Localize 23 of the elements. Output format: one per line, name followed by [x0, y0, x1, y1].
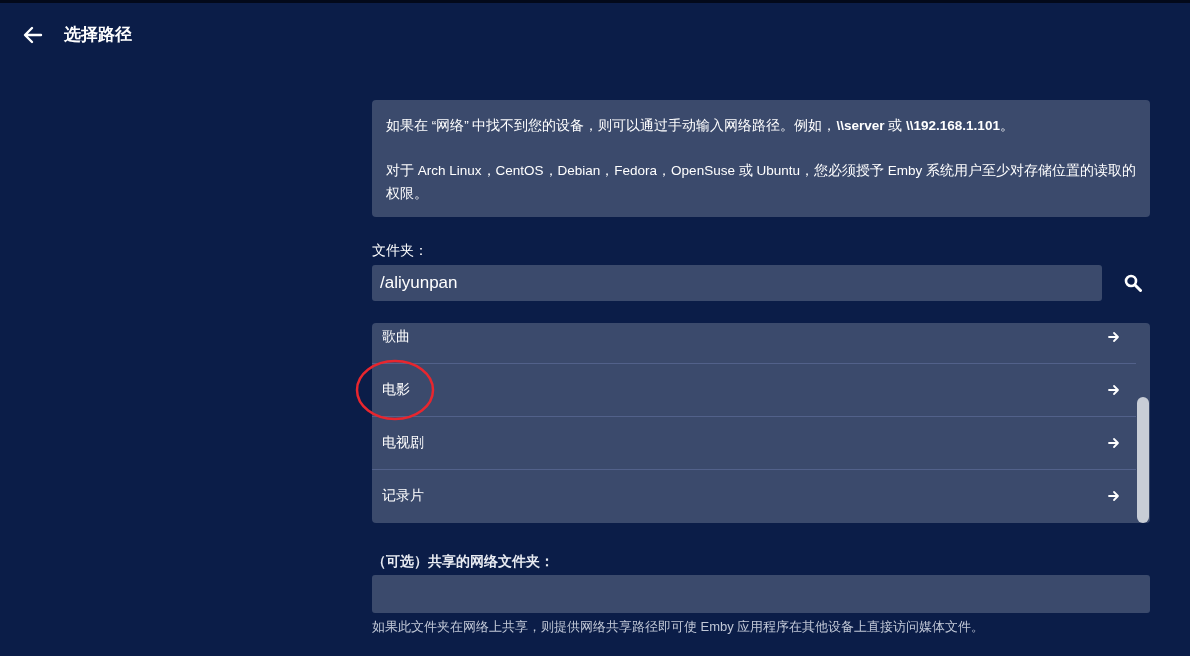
- folder-item[interactable]: 歌曲: [372, 323, 1136, 363]
- arrow-right-icon: [1108, 331, 1120, 343]
- folder-item[interactable]: 电视剧: [372, 416, 1136, 469]
- search-icon: [1124, 274, 1142, 292]
- folder-name: 电影: [382, 381, 410, 399]
- network-share-input[interactable]: [372, 575, 1150, 613]
- folder-item[interactable]: 电影: [372, 363, 1136, 416]
- arrow-right-icon: [1108, 437, 1120, 449]
- scrollbar-thumb[interactable]: [1137, 397, 1149, 523]
- folder-input[interactable]: /aliyunpan: [372, 265, 1102, 301]
- arrow-right-icon: [1108, 384, 1120, 396]
- field-label: （可选）共享的网络文件夹：: [372, 553, 555, 571]
- help-text: 如果此文件夹在网络上共享，则提供网络共享路径即可使 Emby 应用程序在其他设备上直接访问媒体文件。: [372, 618, 986, 636]
- folder-name: 电视剧: [382, 434, 424, 452]
- arrow-right-icon: [1108, 490, 1120, 502]
- folder-item[interactable]: 记录片: [372, 469, 1136, 522]
- field-label: 文件夹：: [372, 242, 429, 260]
- folder-name: 歌曲: [382, 328, 410, 346]
- folder-name: 记录片: [382, 487, 424, 505]
- info-text: 如果在 “网络” 中找不到您的设备，则可以通过手动输入网络路径。例如，\\server 或 \\192.168.1.101。: [386, 117, 1015, 135]
- back-arrow-icon: [23, 25, 43, 44]
- info-text: 对于 Arch Linux，CentOS，Debian，Fedora，OpenSuse 或 Ubuntu，您必须授予 Emby 系统用户至少对存储位置的读取的权限。: [386, 162, 1136, 203]
- page-title: 选择路径: [64, 24, 132, 46]
